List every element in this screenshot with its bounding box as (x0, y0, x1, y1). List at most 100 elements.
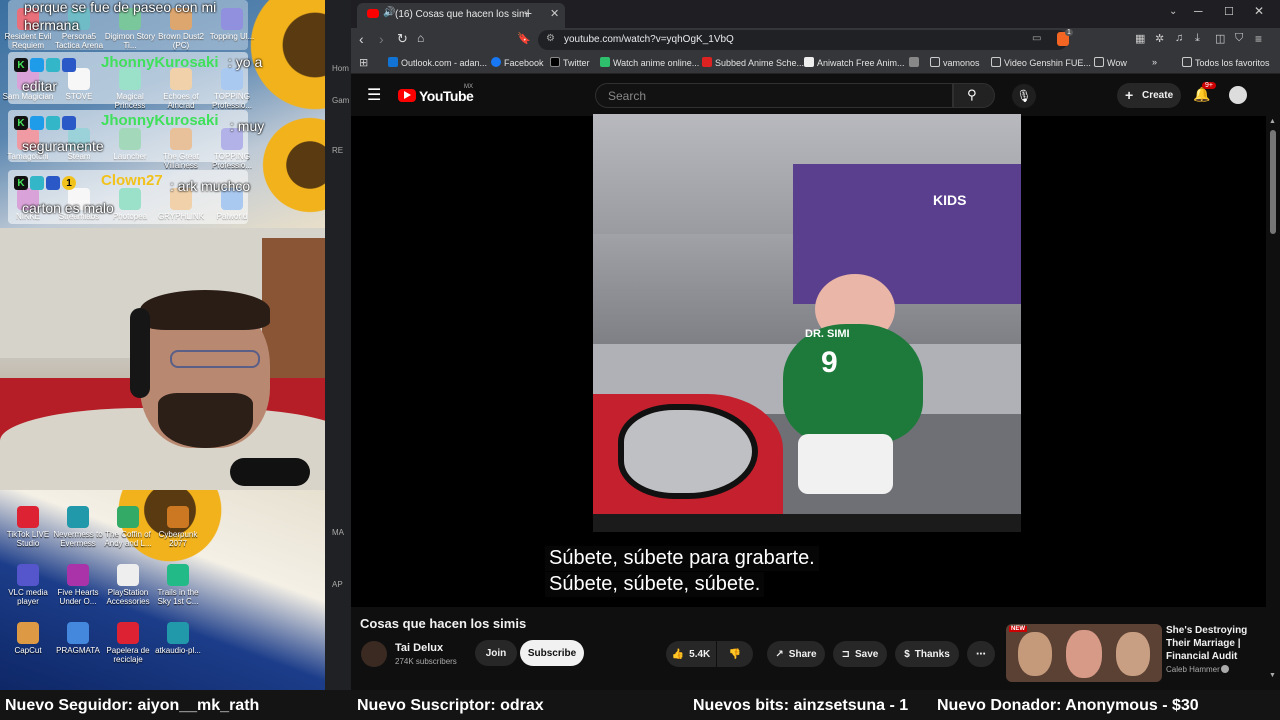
dislike-button[interactable]: 👎 (717, 641, 753, 667)
recommended-channel[interactable]: Caleb Hammer (1166, 665, 1220, 674)
reload-icon[interactable]: ↻ (397, 31, 408, 47)
video-player[interactable]: KIDS DR. SIMI 9 Súbete, súbete para grab… (351, 114, 1266, 607)
thumbs-up-icon: 👍 (671, 648, 685, 660)
bookmark-folder-genshin[interactable]: Video Genshin FUE... (991, 57, 1091, 68)
coin-badge-icon: 1 (62, 176, 76, 190)
desktop-icon[interactable]: The Coffin of Andy and L... (100, 506, 156, 548)
notification-count-badge: 9+ (1202, 82, 1216, 89)
chat-badges: K (14, 58, 76, 72)
shield-icon[interactable]: ⛉ (1235, 32, 1243, 45)
desktop-icon[interactable]: TikTok LIVE Studio (0, 506, 56, 548)
bookmark-outlook[interactable]: Outlook.com - adan... (388, 57, 487, 68)
page-scrollbar[interactable]: ▲ ▼ (1266, 116, 1280, 690)
all-favorites-folder[interactable]: Todos los favoritos (1182, 57, 1270, 68)
site-info-icon[interactable]: ⚙ (546, 33, 555, 44)
tab-youtube[interactable]: 🔊 (16) Cosas que hacen los simi ✕ (357, 3, 565, 28)
gem-badge-icon (46, 116, 60, 130)
bookmark-unnamed[interactable] (909, 57, 922, 68)
bookmark-facebook[interactable]: Facebook (491, 57, 544, 68)
desktop-icon[interactable]: PlayStation Accessories (100, 564, 156, 606)
desktop-icon[interactable]: Trails in the Sky 1st C... (150, 564, 206, 606)
scroll-up-icon[interactable]: ▲ (1269, 118, 1276, 125)
menu-icon[interactable]: ≡ (1255, 32, 1262, 46)
bookmark-folder-vamonos[interactable]: vamonos (930, 57, 980, 68)
close-tab-icon[interactable]: ✕ (550, 7, 559, 20)
desktop-icon[interactable]: VLC media player (0, 564, 56, 606)
video-frame: KIDS DR. SIMI 9 (593, 114, 1021, 532)
wallet-icon[interactable]: ◫ (1215, 32, 1225, 45)
search-button[interactable]: ⚲ (953, 83, 995, 108)
desktop-icon[interactable]: PRAGMATA (50, 622, 106, 655)
desktop-icon[interactable]: Cyberpunk 2077 (150, 506, 206, 548)
chat-username[interactable]: Clown27 (101, 172, 163, 189)
verified-icon (1221, 665, 1229, 673)
new-tab-icon[interactable]: + (524, 5, 532, 21)
anime-site-icon (600, 57, 610, 67)
scroll-down-icon[interactable]: ▼ (1269, 672, 1276, 679)
desktop-icon[interactable]: atkaudio-pl... (150, 622, 206, 655)
share-button[interactable]: ↗ Share (767, 641, 825, 667)
car-dashboard (593, 514, 1021, 532)
search-input[interactable]: Search (595, 83, 953, 108)
address-bar[interactable]: ⚙ youtube.com/watch?v=yqhOgK_1VbQ ▭ (538, 30, 1068, 50)
create-button[interactable]: + Create (1117, 83, 1181, 108)
bookmark-subbed-anime[interactable]: Subbed Anime Sche... (702, 57, 804, 68)
bookmark-icon[interactable]: 🔖 (517, 32, 531, 45)
forward-icon[interactable]: › (379, 31, 384, 47)
youtube-favicon-icon (367, 9, 379, 18)
share-icon: ↗ (775, 648, 784, 660)
desktop-icon[interactable]: CapCut (0, 622, 56, 655)
like-button[interactable]: 👍 5.4K (666, 641, 716, 667)
desktop-icon[interactable]: Papelera de reciclaje (100, 622, 156, 664)
jersey-number: 9 (821, 346, 838, 379)
stream-alerts-ticker: Nuevo Seguidor: aiyon__mk_rath Nuevo Sus… (0, 690, 1280, 720)
bookmark-anime[interactable]: Watch anime online... (600, 57, 699, 68)
bits-alert: Nuevos bits: ainzsetsuna - 1 (693, 697, 909, 714)
chat-username[interactable]: JhonnyKurosaki (101, 54, 219, 71)
bookmark-twitter[interactable]: Twitter (550, 57, 590, 68)
chat-username[interactable]: JhonnyKurosaki (101, 112, 219, 129)
more-actions-button[interactable]: ⋯ (967, 641, 995, 667)
chat-badges: K 1 (14, 176, 76, 190)
cast-icon[interactable]: ▭ (1032, 33, 1041, 44)
scrollbar-thumb[interactable] (1270, 130, 1276, 234)
home-icon[interactable]: ⌂ (417, 31, 424, 45)
extension-icon[interactable]: ▦ (1135, 32, 1145, 45)
mod-badge-icon (62, 58, 76, 72)
desktop-icon[interactable]: Nevermess to Evermess (50, 506, 106, 548)
desktop-icon-label: Nevermess to Evermess (53, 530, 103, 548)
back-icon[interactable]: ‹ (359, 31, 364, 47)
join-button[interactable]: Join (475, 640, 517, 666)
avatar[interactable] (1229, 86, 1247, 104)
desktop-icon-label: VLC media player (8, 588, 48, 606)
kick-badge-icon: K (14, 116, 28, 130)
puzzle-icon[interactable]: ✲ (1155, 32, 1164, 45)
save-bookmark-icon: ⊐ (841, 648, 851, 660)
close-window-icon[interactable]: ✕ (1254, 4, 1264, 18)
subscribe-button[interactable]: Subscribe (520, 640, 584, 666)
hamburger-menu-icon[interactable]: ☰ (367, 85, 381, 105)
tab-search-icon[interactable]: ⌄ (1169, 6, 1177, 17)
minimize-icon[interactable]: ─ (1194, 4, 1203, 18)
channel-name[interactable]: Tai Delux (395, 642, 443, 654)
webcam-feed (0, 228, 355, 490)
download-icon[interactable]: ⤓ (1195, 32, 1200, 45)
channel-avatar[interactable] (361, 641, 387, 667)
desktop-icon[interactable]: Five Hearts Under O... (50, 564, 106, 606)
recommended-thumbnail[interactable]: NEW (1006, 624, 1162, 682)
microphone-search-icon[interactable]: 🎙 (1012, 84, 1036, 108)
media-icon[interactable]: ♫ (1175, 32, 1183, 44)
apps-grid-icon[interactable]: ⊞ (359, 56, 368, 69)
save-button[interactable]: ⊐ Save (833, 641, 887, 667)
more-bookmarks-icon[interactable]: » (1152, 57, 1157, 67)
thanks-button[interactable]: $ Thanks (895, 641, 959, 667)
chat-message-text: : ark muchco (170, 178, 251, 194)
chat-badges: K (14, 116, 76, 130)
background-sidebar-label: RE (332, 146, 344, 155)
recommended-title[interactable]: She's Destroying Their Marriage | Financ… (1166, 624, 1264, 663)
thumbnail-face (1018, 632, 1052, 676)
speaker-icon[interactable]: 🔊 (383, 7, 395, 18)
maximize-icon[interactable]: ☐ (1224, 5, 1234, 18)
bookmark-aniwatch[interactable]: Aniwatch Free Anim... (804, 57, 905, 68)
bookmark-folder-wow[interactable]: Wow (1094, 57, 1127, 68)
